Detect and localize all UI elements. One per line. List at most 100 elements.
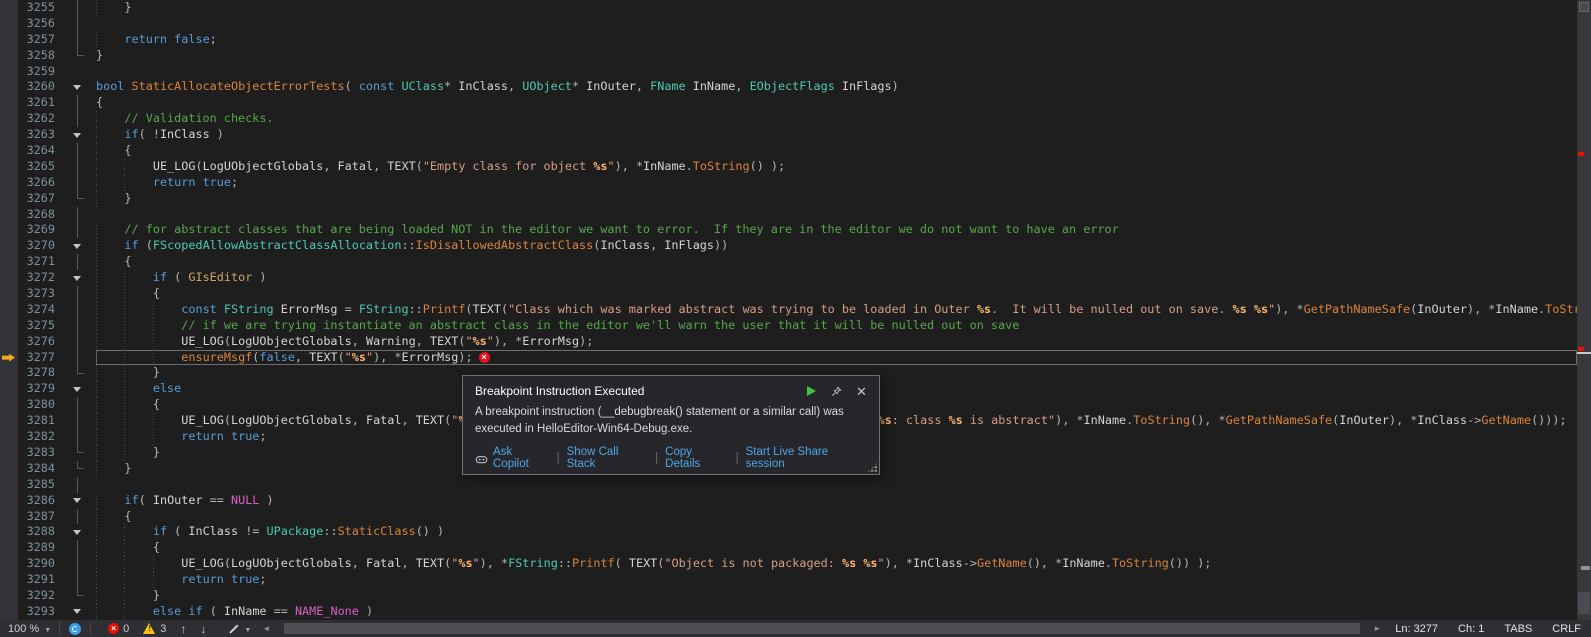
horizontal-scrollbar-thumb[interactable] (284, 623, 1360, 634)
code-line[interactable]: 3261{ (0, 95, 1577, 111)
line-number[interactable]: 3288 (18, 524, 64, 540)
fold-margin[interactable] (64, 79, 96, 95)
fold-margin[interactable] (64, 381, 96, 397)
breakpoint-margin[interactable] (0, 191, 18, 207)
breakpoint-margin[interactable] (0, 477, 18, 493)
close-icon[interactable] (854, 385, 869, 398)
code-line[interactable]: 3265 UE_LOG(LogUObjectGlobals, Fatal, TE… (0, 159, 1577, 175)
code-line[interactable]: 3256 (0, 16, 1577, 32)
code-text[interactable]: } (96, 191, 1577, 207)
breakpoint-margin[interactable] (0, 461, 18, 477)
breakpoint-margin[interactable] (0, 302, 18, 318)
breakpoint-margin[interactable] (0, 540, 18, 556)
start-live-share-link[interactable]: Start Live Share session (746, 446, 867, 470)
code-text[interactable]: { (96, 254, 1577, 270)
code-text[interactable]: } (96, 0, 1577, 16)
fold-margin[interactable] (64, 493, 96, 509)
indent-mode-indicator[interactable]: TABS (1494, 623, 1542, 635)
code-line[interactable]: 3275 // if we are trying instantiate an … (0, 318, 1577, 334)
code-text[interactable]: return true; (96, 175, 1577, 191)
line-number[interactable]: 3277 (18, 350, 64, 366)
line-number[interactable]: 3263 (18, 127, 64, 143)
code-line[interactable]: 3268 (0, 207, 1577, 223)
breakpoint-margin[interactable] (0, 143, 18, 159)
code-text[interactable]: if( InOuter == NULL ) (96, 493, 1577, 509)
code-line[interactable]: 3267 } (0, 191, 1577, 207)
fold-margin[interactable] (64, 604, 96, 620)
fold-margin[interactable] (64, 127, 96, 143)
line-number[interactable]: 3289 (18, 540, 64, 556)
line-number[interactable]: 3273 (18, 286, 64, 302)
breakpoint-margin[interactable] (0, 413, 18, 429)
breakpoint-margin[interactable] (0, 270, 18, 286)
line-number[interactable]: 3264 (18, 143, 64, 159)
breakpoint-margin[interactable] (0, 254, 18, 270)
code-line[interactable]: 3288 if ( InClass != UPackage::StaticCla… (0, 524, 1577, 540)
scrollbar-options-button[interactable] (1579, 2, 1589, 12)
code-text[interactable]: if ( InClass != UPackage::StaticClass() … (96, 524, 1577, 540)
breakpoint-margin[interactable] (0, 0, 18, 16)
sync-status-icon[interactable] (69, 623, 81, 635)
breakpoint-margin[interactable] (0, 159, 18, 175)
breakpoint-margin[interactable] (0, 48, 18, 64)
line-number[interactable]: 3292 (18, 588, 64, 604)
code-line[interactable]: 3274 const FString ErrorMsg = FString::P… (0, 302, 1577, 318)
horizontal-scrollbar[interactable] (275, 620, 1368, 637)
line-number[interactable]: 3270 (18, 238, 64, 254)
code-line[interactable]: 3270 if (FScopedAllowAbstractClassAlloca… (0, 238, 1577, 254)
line-number[interactable]: 3283 (18, 445, 64, 461)
code-line[interactable]: 3263 if( !InClass ) (0, 127, 1577, 143)
breakpoint-margin[interactable] (0, 32, 18, 48)
error-indicator[interactable]: 0 (101, 623, 136, 635)
breakpoint-margin[interactable] (0, 238, 18, 254)
breakpoint-margin[interactable] (0, 64, 18, 80)
code-line[interactable]: 3258} (0, 48, 1577, 64)
code-line[interactable]: 3264 { (0, 143, 1577, 159)
line-number[interactable]: 3293 (18, 604, 64, 620)
breakpoint-margin[interactable] (0, 286, 18, 302)
column-indicator[interactable]: Ch: 1 (1448, 623, 1494, 635)
code-text[interactable]: } (96, 48, 1577, 64)
collapse-arrow-icon[interactable] (73, 609, 81, 614)
line-indicator[interactable]: Ln: 3277 (1385, 623, 1448, 635)
line-number[interactable]: 3276 (18, 334, 64, 350)
breakpoint-margin[interactable] (0, 604, 18, 620)
breakpoint-margin[interactable] (0, 350, 18, 366)
breakpoint-margin[interactable] (0, 175, 18, 191)
collapse-arrow-icon[interactable] (73, 85, 81, 90)
code-text[interactable]: // for abstract classes that are being l… (96, 222, 1577, 238)
breakpoint-margin[interactable] (0, 445, 18, 461)
line-number[interactable]: 3271 (18, 254, 64, 270)
code-line[interactable]: 3289 { (0, 540, 1577, 556)
line-ending-indicator[interactable]: CRLF (1542, 623, 1591, 635)
breakpoint-margin[interactable] (0, 381, 18, 397)
code-text[interactable]: UE_LOG(LogUObjectGlobals, Warning, TEXT(… (96, 334, 1577, 350)
line-number[interactable]: 3287 (18, 509, 64, 525)
fold-margin[interactable] (64, 270, 96, 286)
ask-copilot-link[interactable]: Ask Copilot (493, 446, 550, 470)
line-number[interactable]: 3258 (18, 48, 64, 64)
code-text[interactable]: } (96, 588, 1577, 604)
warning-indicator[interactable]: 3 (136, 623, 173, 635)
scroll-right-arrow[interactable] (1369, 624, 1385, 633)
code-text[interactable]: { (96, 95, 1577, 111)
line-number[interactable]: 3281 (18, 413, 64, 429)
code-text[interactable]: else if ( InName == NAME_None ) (96, 604, 1577, 620)
breakpoint-margin[interactable] (0, 127, 18, 143)
code-text[interactable]: // Validation checks. (96, 111, 1577, 127)
code-line[interactable]: 3273 { (0, 286, 1577, 302)
code-text[interactable]: { (96, 509, 1577, 525)
vertical-scrollbar[interactable] (1577, 0, 1591, 620)
breakpoint-margin[interactable] (0, 509, 18, 525)
code-cleanup-button[interactable] (221, 623, 258, 635)
line-number[interactable]: 3268 (18, 207, 64, 223)
breakpoint-margin[interactable] (0, 556, 18, 572)
breakpoint-margin[interactable] (0, 572, 18, 588)
breakpoint-margin[interactable] (0, 524, 18, 540)
line-number[interactable]: 3272 (18, 270, 64, 286)
line-number[interactable]: 3278 (18, 365, 64, 381)
collapse-arrow-icon[interactable] (73, 530, 81, 535)
line-number[interactable]: 3290 (18, 556, 64, 572)
code-line[interactable]: 3262 // Validation checks. (0, 111, 1577, 127)
line-number[interactable]: 3262 (18, 111, 64, 127)
